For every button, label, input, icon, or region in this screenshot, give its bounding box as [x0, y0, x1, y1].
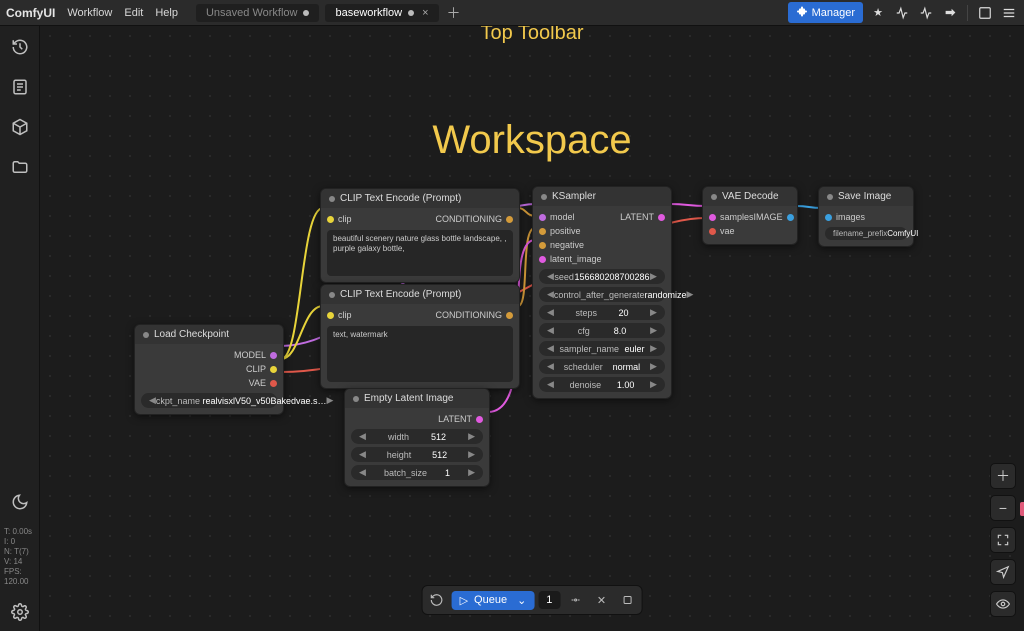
output-port-model[interactable] [270, 352, 277, 359]
queue-run-button[interactable]: ▷ Queue ⌄ [452, 591, 535, 610]
zoom-out-button[interactable]: − [990, 495, 1016, 521]
fit-view-button[interactable] [990, 527, 1016, 553]
menu-edit[interactable]: Edit [124, 7, 143, 19]
queue-clear-icon[interactable] [616, 589, 638, 611]
menu-workflow[interactable]: Workflow [67, 7, 112, 19]
navigate-button[interactable] [990, 559, 1016, 585]
widget-control-after-generate[interactable]: ◀control_after_generaterandomize▶ [539, 287, 665, 302]
node-ksampler[interactable]: KSampler modelLATENT positive negative l… [532, 186, 672, 399]
output-port-vae[interactable] [270, 380, 277, 387]
queue-cancel-icon[interactable]: ✕ [590, 589, 612, 611]
node-title: Save Image [838, 191, 891, 202]
node-title: CLIP Text Encode (Prompt) [340, 193, 461, 204]
tab-baseworkflow[interactable]: baseworkflow × [325, 4, 438, 22]
node-clip-text-encode-negative[interactable]: CLIP Text Encode (Prompt) clip CONDITION… [320, 284, 520, 389]
input-port-samples[interactable] [709, 214, 716, 221]
input-port-images[interactable] [825, 214, 832, 221]
toggle-visibility-button[interactable] [990, 591, 1016, 617]
output-port-clip[interactable] [270, 366, 277, 373]
node-vae-decode[interactable]: VAE Decode samplesIMAGE vae [702, 186, 798, 245]
widget-width[interactable]: ◀width512▶ [351, 429, 483, 444]
node-save-image[interactable]: Save Image images filename_prefixComfyUI [818, 186, 914, 247]
input-port-model[interactable] [539, 214, 546, 221]
play-icon: ▷ [460, 594, 468, 607]
output-port-latent[interactable] [476, 416, 483, 423]
hamburger-icon[interactable] [1000, 4, 1018, 22]
brand-label: ComfyUI [6, 6, 55, 20]
tab-close-icon[interactable]: × [422, 7, 428, 19]
manager-button[interactable]: Manager [788, 2, 863, 23]
edge-accent-icon [1020, 502, 1024, 516]
input-port-negative[interactable] [539, 242, 546, 249]
puzzle-icon [796, 5, 808, 20]
tab-label: Unsaved Workflow [206, 7, 298, 19]
new-tab-button[interactable]: ＋ [447, 3, 461, 23]
node-empty-latent-image[interactable]: Empty Latent Image LATENT ◀width512▶ ◀he… [344, 388, 490, 487]
node-load-checkpoint[interactable]: Load Checkpoint MODEL CLIP VAE ◀ ckpt_na… [134, 324, 284, 415]
perf-stats: T: 0.00s I: 0 N: T(7) V: 14 FPS: 120.00 [0, 527, 39, 587]
widget-scheduler[interactable]: ◀schedulernormal▶ [539, 359, 665, 374]
notes-icon[interactable] [9, 76, 31, 98]
tab-label: baseworkflow [335, 7, 402, 19]
folder-icon[interactable] [9, 156, 31, 178]
menu-help[interactable]: Help [155, 7, 178, 19]
node-title: VAE Decode [722, 191, 779, 202]
output-port-conditioning[interactable] [506, 312, 513, 319]
queue-count-input[interactable]: 1 [538, 591, 560, 609]
node-title: Empty Latent Image [364, 393, 454, 404]
node-title: CLIP Text Encode (Prompt) [340, 289, 461, 300]
queue-step-icon[interactable] [564, 589, 586, 611]
widget-sampler-name[interactable]: ◀sampler_nameeuler▶ [539, 341, 665, 356]
node-clip-text-encode-positive[interactable]: CLIP Text Encode (Prompt) clip CONDITION… [320, 188, 520, 283]
widget-ckpt-name[interactable]: ◀ ckpt_name realvisxlV50_v50Bakedvae.s… … [141, 393, 277, 408]
widget-denoise[interactable]: ◀denoise1.00▶ [539, 377, 665, 392]
layout-icon[interactable] [976, 4, 994, 22]
canvas-tools: ＋ − [990, 463, 1016, 617]
widget-filename-prefix[interactable]: filename_prefixComfyUI [825, 227, 907, 240]
widget-height[interactable]: ◀height512▶ [351, 447, 483, 462]
input-port-clip[interactable] [327, 312, 334, 319]
widget-cfg[interactable]: ◀cfg8.0▶ [539, 323, 665, 338]
top-menubar: ComfyUI Workflow Edit Help Unsaved Workf… [0, 0, 1024, 26]
widget-seed[interactable]: ◀seed156680208700286▶ [539, 269, 665, 284]
tab-dirty-dot-icon [303, 10, 309, 16]
output-port-conditioning[interactable] [506, 216, 513, 223]
prompt-textarea[interactable]: beautiful scenery nature glass bottle la… [327, 230, 513, 276]
prompt-textarea[interactable]: text, watermark [327, 326, 513, 382]
reset-view-icon[interactable] [893, 4, 911, 22]
widget-batch-size[interactable]: ◀batch_size1▶ [351, 465, 483, 480]
manager-label: Manager [812, 7, 855, 19]
share-icon[interactable] [941, 4, 959, 22]
node-title: Load Checkpoint [154, 329, 229, 340]
node-title: KSampler [552, 191, 596, 202]
tab-unsaved-workflow[interactable]: Unsaved Workflow [196, 4, 320, 22]
output-port-image[interactable] [787, 214, 794, 221]
queue-toolbar: ▷ Queue ⌄ 1 ✕ [422, 585, 643, 615]
zoom-in-button[interactable]: ＋ [990, 463, 1016, 489]
input-port-positive[interactable] [539, 228, 546, 235]
input-port-latent-image[interactable] [539, 256, 546, 263]
queue-history-icon[interactable] [426, 589, 448, 611]
output-port-latent[interactable] [658, 214, 665, 221]
input-port-clip[interactable] [327, 216, 334, 223]
settings-icon[interactable] [9, 601, 31, 623]
reset-view-alt-icon[interactable] [917, 4, 935, 22]
widget-steps[interactable]: ◀steps20▶ [539, 305, 665, 320]
theme-toggle-icon[interactable] [9, 491, 31, 513]
tab-dirty-dot-icon [408, 10, 414, 16]
star-icon[interactable]: ★ [869, 4, 887, 22]
queue-run-label: Queue [474, 594, 507, 606]
annotation-workspace: Workspace [432, 118, 631, 163]
annotation-top-toolbar: Top Toolbar [480, 26, 583, 45]
left-toolbar: T: 0.00s I: 0 N: T(7) V: 14 FPS: 120.00 [0, 26, 40, 631]
chevron-down-icon[interactable]: ⌄ [517, 594, 526, 607]
history-icon[interactable] [9, 36, 31, 58]
models-icon[interactable] [9, 116, 31, 138]
input-port-vae[interactable] [709, 228, 716, 235]
workspace-canvas[interactable]: Top Toolbar Workspace Load Checkpoint MO… [40, 26, 1024, 631]
